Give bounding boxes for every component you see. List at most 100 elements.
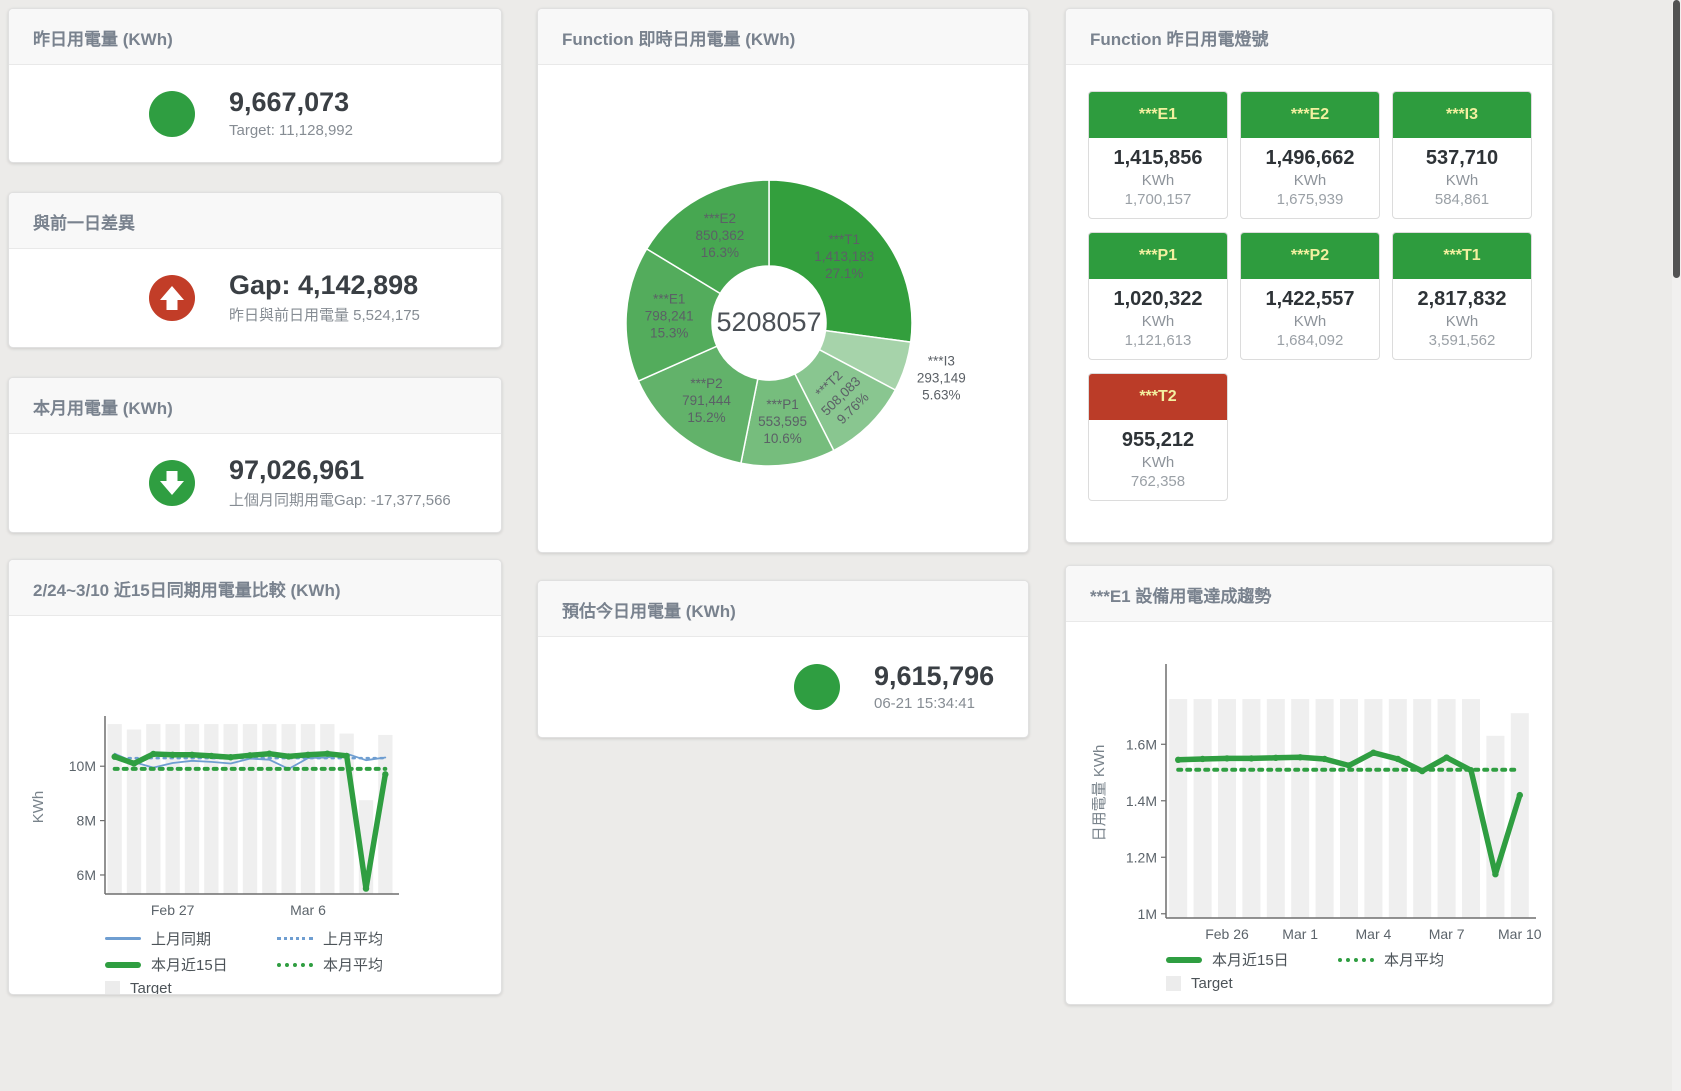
svg-text:27.1%: 27.1% [825,266,863,281]
target-bar [224,724,238,894]
target-bar [1242,699,1260,918]
svg-text:***T1: ***T1 [829,232,861,247]
kpi-value: 9,667,073 [229,88,353,118]
target-bar [185,724,199,894]
scrollbar-thumb[interactable] [1673,0,1680,278]
tile-label: ***I3 [1393,92,1531,138]
donut-center-total: 5208057 [669,307,869,338]
target-bar [282,724,296,894]
light-tile: ***I3 537,710 KWh 584,861 [1392,91,1532,219]
target-bar [262,724,276,894]
svg-text:16.3%: 16.3% [701,245,739,260]
svg-text:1.6M: 1.6M [1126,736,1157,752]
tile-target: 762,358 [1093,473,1223,490]
tile-unit: KWh [1093,454,1223,471]
card-yesterday-status-lights: Function 昨日用電燈號 ***E1 1,415,856 KWh 1,70… [1065,8,1553,543]
legend-item[interactable]: 本月近15日 [1166,949,1338,970]
legend-item[interactable]: Target [105,980,277,995]
vertical-scrollbar[interactable] [1672,0,1681,1091]
tile-unit: KWh [1245,172,1375,189]
tile-target: 1,121,613 [1093,332,1223,349]
card-title: 本月用電量 (KWh) [9,378,501,434]
y-axis-label: 日用電量 KWh [1091,745,1108,842]
y-axis-label: KWh [30,791,47,824]
light-tile: ***P1 1,020,322 KWh 1,121,613 [1088,232,1228,360]
card-realtime-donut: Function 即時日用電量 (KWh) ***T11,413,18327.1… [537,8,1029,553]
svg-text:791,444: 791,444 [682,393,731,408]
target-bar [127,730,141,894]
blue-dotted-swatch [277,937,313,940]
svg-text:Feb 26: Feb 26 [1205,926,1249,942]
target-bar [1340,699,1358,918]
svg-text:6M: 6M [77,867,96,883]
kpi-subtitle: 上個月同期用電Gap: -17,377,566 [229,489,451,510]
chart-legend: 上月同期 上月平均 本月近15日 本月平均 Target [105,928,501,995]
card-e1-trend-chart: ***E1 設備用電達成趨勢 1M1.2M1.4M1.6MFeb 26Mar 1… [1065,565,1553,1005]
target-bar [1194,699,1212,918]
tile-value: 1,422,557 [1245,288,1375,311]
target-bar [1169,699,1187,918]
card-gap-vs-previous-day: 與前一日差異 Gap: 4,142,898 昨日與前日用電量 5,524,175 [8,192,502,348]
svg-text:10M: 10M [69,758,96,774]
target-bar [1267,699,1285,918]
target-bar [1218,699,1236,918]
lights-grid: ***E1 1,415,856 KWh 1,700,157 ***E2 1,49… [1066,65,1552,527]
target-bar [243,724,257,894]
green-dotted-swatch [1338,958,1374,962]
up-arrow-icon [149,275,195,321]
status-circle-icon [149,91,195,137]
tile-label: ***T1 [1393,233,1531,279]
tile-value: 1,415,856 [1093,147,1223,170]
card-title: 預估今日用電量 (KWh) [538,581,1028,637]
target-bar [1364,699,1382,918]
tile-value: 537,710 [1397,147,1527,170]
card-month-usage: 本月用電量 (KWh) 97,026,961 上個月同期用電Gap: -17,3… [8,377,502,533]
svg-text:***I3: ***I3 [928,353,955,368]
kpi-value: Gap: 4,142,898 [229,271,420,301]
chart-legend: 本月近15日 本月平均 Target [1166,949,1552,992]
svg-text:***P1: ***P1 [766,397,798,412]
down-arrow-icon [149,460,195,506]
kpi-subtitle: Target: 11,128,992 [229,122,353,139]
comparison-line-bar-chart[interactable]: 6M8M10MFeb 27Mar 6KWh [17,664,497,922]
svg-text:***E1: ***E1 [653,292,685,307]
target-bar [1316,699,1334,918]
kpi-subtitle: 06-21 15:34:41 [874,695,994,712]
legend-item[interactable]: 上月平均 [277,928,449,949]
tile-target: 3,591,562 [1397,332,1527,349]
legend-item[interactable]: 本月平均 [277,954,449,975]
tile-target: 1,700,157 [1093,191,1223,208]
legend-item[interactable]: 本月近15日 [105,954,277,975]
svg-text:850,362: 850,362 [696,228,745,243]
target-bar [108,724,122,894]
svg-text:553,595: 553,595 [758,414,807,429]
svg-text:1.2M: 1.2M [1126,849,1157,865]
svg-text:***E2: ***E2 [704,211,736,226]
green-line-swatch [1166,957,1202,963]
tile-value: 2,817,832 [1397,288,1527,311]
e1-trend-line-bar-chart[interactable]: 1M1.2M1.4M1.6MFeb 26Mar 1Mar 4Mar 7Mar 1… [1074,660,1548,945]
tile-unit: KWh [1093,313,1223,330]
legend-item[interactable]: 本月平均 [1338,949,1510,970]
blue-line-swatch [105,937,141,940]
card-title: 與前一日差異 [9,193,501,249]
target-bar [320,724,334,894]
tile-value: 1,020,322 [1093,288,1223,311]
tile-unit: KWh [1397,313,1527,330]
svg-text:1,413,183: 1,413,183 [814,249,874,264]
legend-item[interactable]: 上月同期 [105,928,277,949]
tile-value: 955,212 [1093,429,1223,452]
svg-text:8M: 8M [77,813,96,829]
svg-text:Mar 1: Mar 1 [1282,926,1318,942]
svg-text:1.4M: 1.4M [1126,793,1157,809]
target-box-swatch [1166,976,1181,991]
card-title: 2/24~3/10 近15日同期用電量比較 (KWh) [9,560,501,616]
tile-unit: KWh [1093,172,1223,189]
green-dotted-swatch [277,963,313,967]
card-title: ***E1 設備用電達成趨勢 [1066,566,1552,622]
legend-item[interactable]: Target [1166,975,1338,992]
target-bar [1291,699,1309,918]
tile-label: ***E1 [1089,92,1227,138]
target-bar [1389,699,1407,918]
card-estimated-today: 預估今日用電量 (KWh) 9,615,796 06-21 15:34:41 [537,580,1029,738]
